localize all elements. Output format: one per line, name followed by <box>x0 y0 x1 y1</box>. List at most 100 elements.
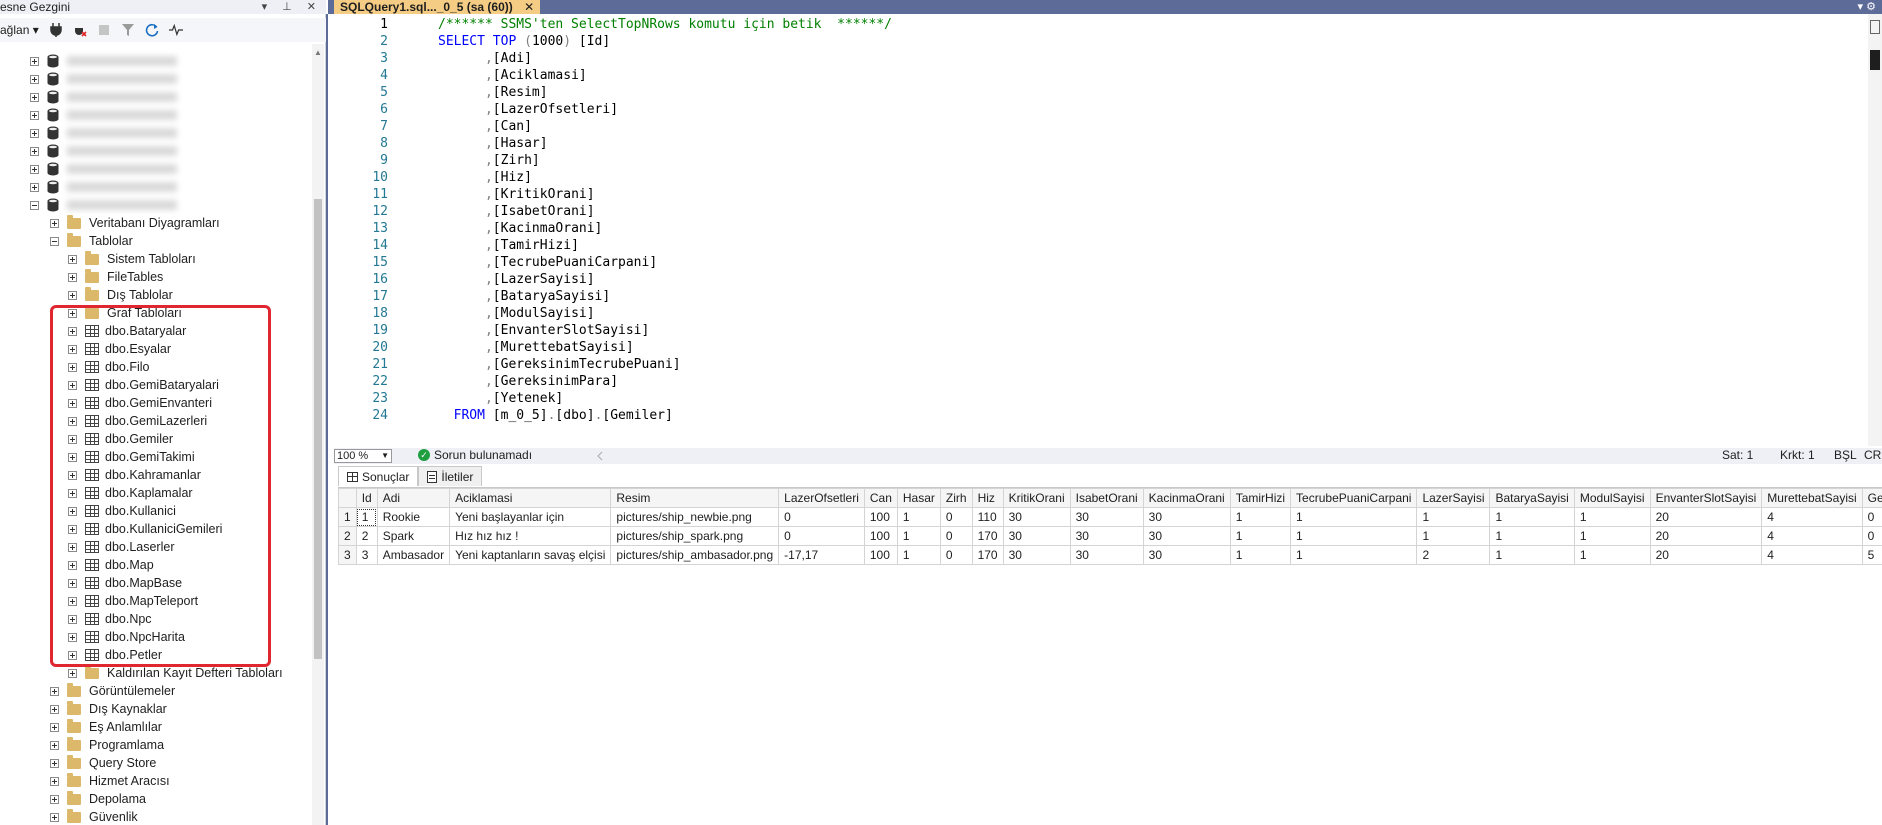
tree-folder-node[interactable]: Dış Kaynaklar <box>50 700 167 718</box>
code-line[interactable]: ,[TecrubePuaniCarpani] <box>438 254 892 271</box>
tree-folder-node[interactable]: Güvenlik <box>50 808 138 825</box>
expand-icon[interactable] <box>68 578 77 588</box>
table-cell[interactable]: 1 <box>896 507 941 527</box>
code-line[interactable]: ,[Aciklamasi] <box>438 67 892 84</box>
table-cell[interactable]: 3 <box>355 545 378 565</box>
table-cell[interactable]: 2 <box>1416 545 1491 565</box>
connect-plug-icon[interactable] <box>49 23 63 37</box>
code-line[interactable]: ,[IsabetOrani] <box>438 203 892 220</box>
code-line[interactable]: ,[ModulSayisi] <box>438 305 892 322</box>
table-cell[interactable]: 5 <box>1861 545 1882 565</box>
expand-icon[interactable] <box>30 110 39 120</box>
column-header[interactable]: Hiz <box>971 488 1004 508</box>
expand-icon[interactable] <box>68 542 77 552</box>
table-cell[interactable]: 100 <box>863 507 898 527</box>
expand-icon[interactable] <box>50 794 59 804</box>
code-area[interactable]: /****** SSMS'ten SelectTopNRows komutu i… <box>438 16 892 424</box>
code-line[interactable]: FROM [m_0_5].[dbo].[Gemiler] <box>438 407 892 424</box>
table-cell[interactable]: 30 <box>1069 507 1144 527</box>
tree-table-node[interactable]: dbo.KullaniciGemileri <box>68 520 222 538</box>
column-header[interactable]: LazerSayisi <box>1416 488 1491 508</box>
table-cell[interactable]: 1 <box>355 507 378 527</box>
table-cell[interactable]: 170 <box>971 526 1004 546</box>
expand-icon[interactable] <box>68 632 77 642</box>
expand-icon[interactable] <box>50 722 59 732</box>
code-line[interactable]: ,[TamirHizi] <box>438 237 892 254</box>
expand-icon[interactable] <box>68 362 77 372</box>
table-cell[interactable]: 30 <box>1002 526 1071 546</box>
tree-folder-node[interactable]: Eş Anlamlılar <box>50 718 162 736</box>
code-line[interactable]: /****** SSMS'ten SelectTopNRows komutu i… <box>438 16 892 33</box>
expand-icon[interactable] <box>68 290 77 300</box>
code-line[interactable]: ,[KacinmaOrani] <box>438 220 892 237</box>
expand-icon[interactable] <box>68 380 77 390</box>
tree-table-node[interactable]: dbo.NpcHarita <box>68 628 185 646</box>
column-header[interactable]: MurettebatSayisi <box>1761 488 1863 508</box>
results-table[interactable]: Id Adi Aciklamasi Resim LazerOfsetleri Can Has… <box>338 488 1882 565</box>
column-header[interactable]: Adi <box>376 488 451 508</box>
table-cell[interactable]: 1 <box>1573 507 1651 527</box>
scroll-up-arrow-icon[interactable]: ▲ <box>314 48 322 57</box>
table-cell[interactable]: pictures/ship_ambasador.png <box>610 545 780 565</box>
table-cell[interactable]: 100 <box>863 526 898 546</box>
expand-icon[interactable] <box>68 398 77 408</box>
table-cell[interactable]: 4 <box>1761 545 1863 565</box>
column-header[interactable]: TecrubePuaniCarpani <box>1290 488 1418 508</box>
tree-database-node[interactable] <box>30 160 177 178</box>
table-row[interactable]: 2 2 Spark Hız hız hız ! pictures/ship_spark.… <box>338 526 1882 546</box>
table-cell[interactable]: 20 <box>1649 526 1763 546</box>
tree-folder-node[interactable]: Programlama <box>50 736 164 754</box>
table-cell[interactable]: Hız hız hız ! <box>449 526 612 546</box>
expand-icon[interactable] <box>30 128 39 138</box>
column-header[interactable]: Zirh <box>939 488 973 508</box>
tab-results[interactable]: Sonuçlar <box>338 466 419 486</box>
code-line[interactable]: ,[Can] <box>438 118 892 135</box>
tree-table-node[interactable]: dbo.MapBase <box>68 574 182 592</box>
split-icon[interactable] <box>1870 20 1880 34</box>
table-cell[interactable]: 30 <box>1002 507 1071 527</box>
tree-folder-node[interactable]: Graf Tabloları <box>68 304 182 322</box>
table-cell[interactable]: 30 <box>1069 526 1144 546</box>
filter-icon[interactable] <box>121 23 135 37</box>
table-cell[interactable]: 0 <box>1861 507 1882 527</box>
table-cell[interactable]: 1 <box>1489 545 1575 565</box>
table-cell[interactable]: Rookie <box>376 507 451 527</box>
expand-icon[interactable] <box>68 344 77 354</box>
table-cell[interactable]: 1 <box>1489 526 1575 546</box>
column-header[interactable]: Hasar <box>896 488 941 508</box>
connect-button[interactable]: ağlan ▾ <box>0 23 39 37</box>
table-cell[interactable]: 1 <box>1573 545 1651 565</box>
expand-icon[interactable] <box>30 74 39 84</box>
table-cell[interactable]: 0 <box>1861 526 1882 546</box>
column-header[interactable]: KritikOrani <box>1002 488 1071 508</box>
tree-table-node[interactable]: dbo.Esyalar <box>68 340 171 358</box>
expand-icon[interactable] <box>68 596 77 606</box>
code-line[interactable]: SELECT TOP (1000) [Id] <box>438 33 892 50</box>
tree-folder-node[interactable]: Query Store <box>50 754 156 772</box>
table-cell[interactable]: 1 <box>1290 545 1418 565</box>
table-cell[interactable]: 1 <box>1416 507 1491 527</box>
issues-indicator[interactable]: ✓ Sorun bulunamadı <box>418 448 532 462</box>
table-cell[interactable]: 1 <box>1229 545 1292 565</box>
code-line[interactable]: ,[KritikOrani] <box>438 186 892 203</box>
expand-icon[interactable] <box>50 740 59 750</box>
tab-sqlquery1[interactable]: SQLQuery1.sql..._0_5 (sa (60)) ✕ <box>334 0 541 14</box>
row-number-cell[interactable]: 3 <box>338 545 357 565</box>
code-line[interactable]: ,[Hasar] <box>438 135 892 152</box>
table-cell[interactable]: 4 <box>1761 526 1863 546</box>
table-cell[interactable]: 0 <box>778 526 865 546</box>
expand-icon[interactable] <box>30 146 39 156</box>
refresh-icon[interactable] <box>145 23 159 37</box>
tree-table-node[interactable]: dbo.GemiTakimi <box>68 448 195 466</box>
tree-database-node[interactable] <box>30 178 177 196</box>
code-line[interactable]: ,[GereksinimTecrubePuani] <box>438 356 892 373</box>
table-cell[interactable]: 20 <box>1649 545 1763 565</box>
table-cell[interactable]: 1 <box>1290 507 1418 527</box>
column-header[interactable]: TamirHizi <box>1229 488 1292 508</box>
code-line[interactable]: ,[Adi] <box>438 50 892 67</box>
table-cell[interactable]: Yeni kaptanların savaş elçisi <box>449 545 612 565</box>
code-line[interactable]: ,[EnvanterSlotSayisi] <box>438 322 892 339</box>
expand-icon[interactable] <box>50 758 59 768</box>
code-line[interactable]: ,[LazerOfsetleri] <box>438 101 892 118</box>
tree-table-node[interactable]: dbo.GemiLazerleri <box>68 412 207 430</box>
